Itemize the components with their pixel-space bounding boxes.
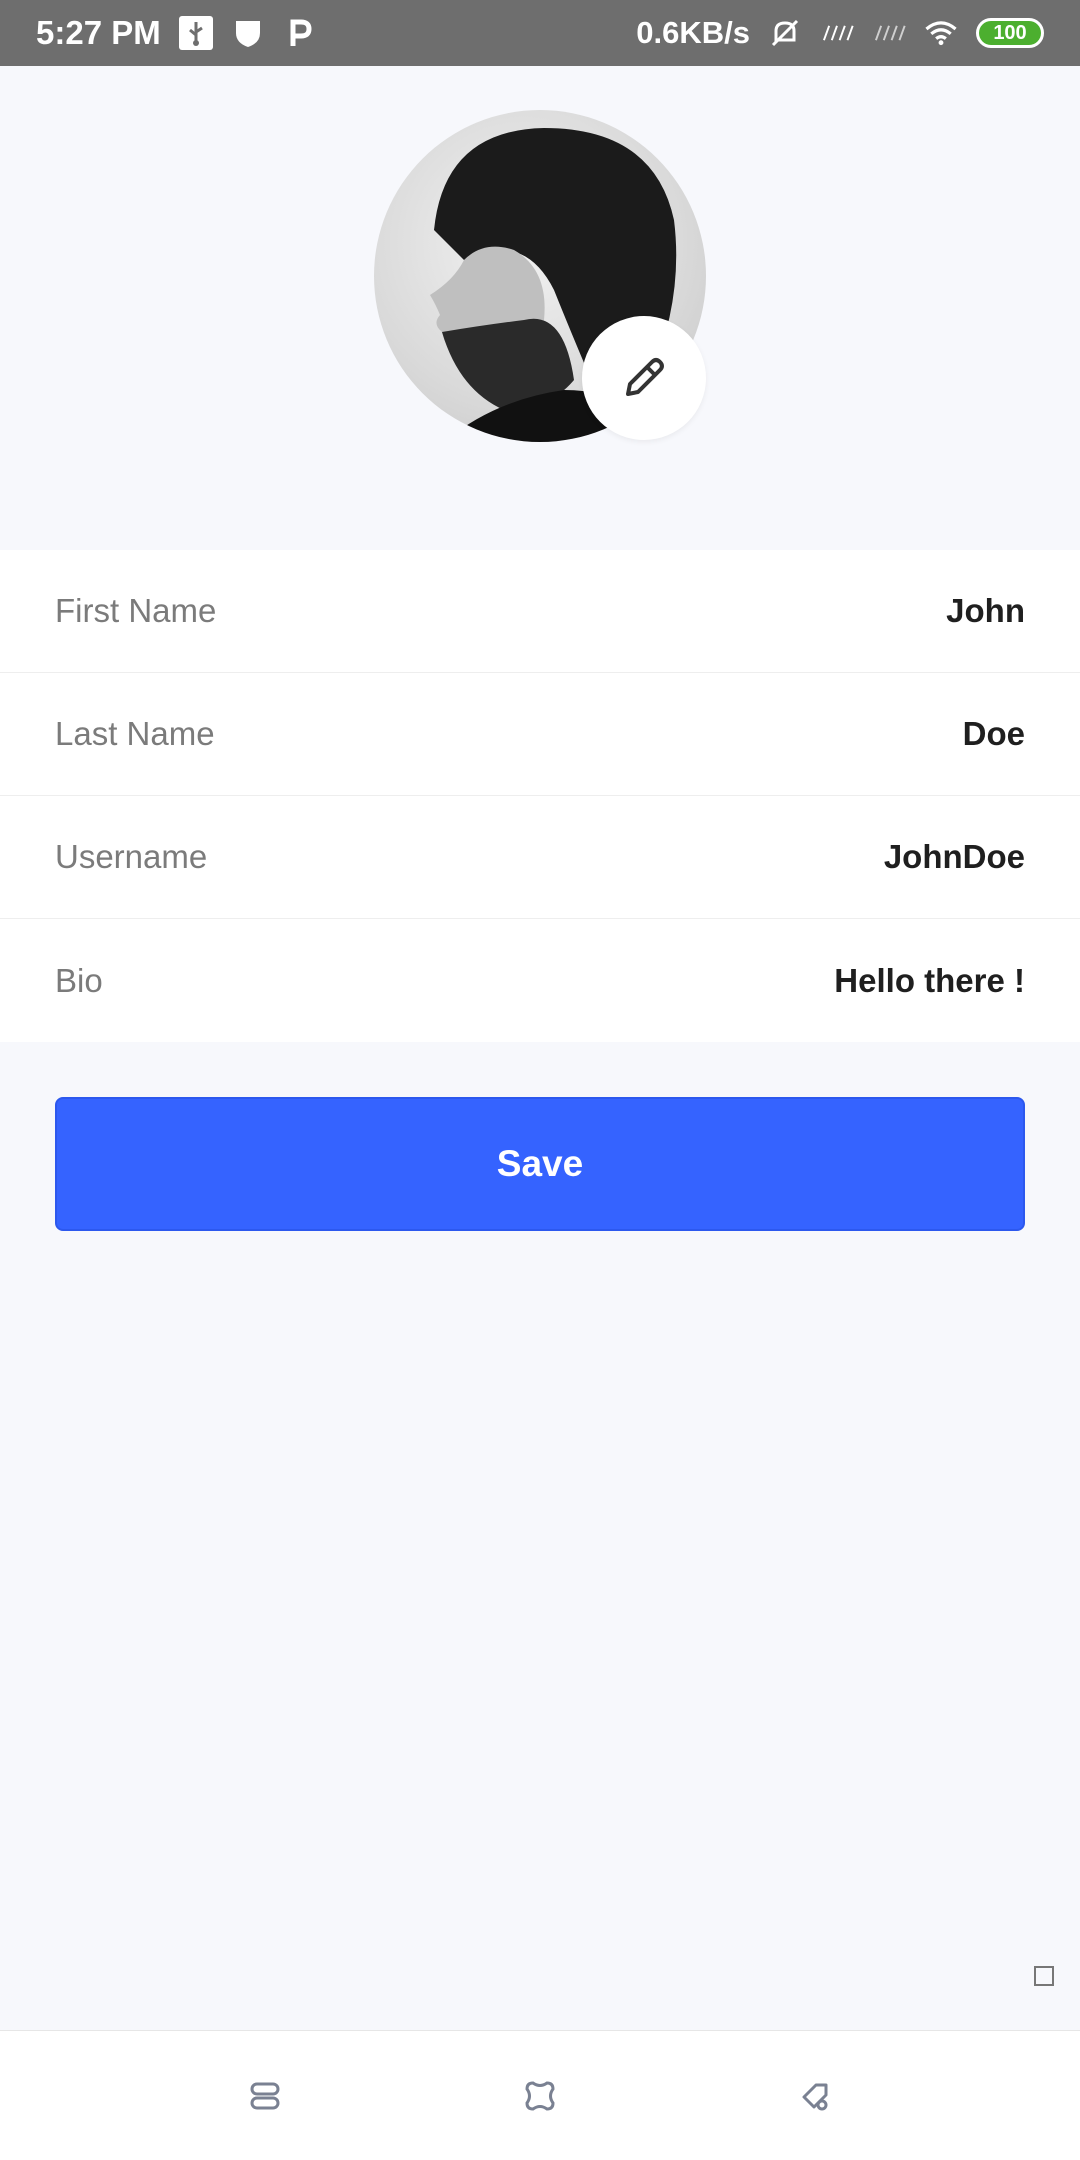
last-name-value[interactable]: Doe bbox=[963, 715, 1025, 753]
signal-icon bbox=[820, 16, 854, 50]
mute-bell-icon bbox=[768, 16, 802, 50]
username-value[interactable]: JohnDoe bbox=[884, 838, 1025, 876]
status-left: 5:27 PM bbox=[36, 14, 317, 52]
username-label: Username bbox=[55, 838, 208, 875]
first-name-row[interactable]: First Name John bbox=[0, 550, 1080, 673]
signal-icon bbox=[872, 16, 906, 50]
edit-avatar-button[interactable] bbox=[582, 316, 706, 440]
home-button[interactable] bbox=[510, 2066, 570, 2126]
back-button[interactable] bbox=[785, 2066, 845, 2126]
usb-icon bbox=[178, 16, 213, 50]
status-right: 0.6KB/s 100 bbox=[636, 15, 1044, 51]
battery-icon: 100 bbox=[976, 18, 1044, 48]
profile-form: First Name John Last Name Doe Username J… bbox=[0, 550, 1080, 1042]
bio-label: Bio bbox=[55, 961, 103, 999]
status-time: 5:27 PM bbox=[36, 14, 161, 51]
save-button[interactable]: Save bbox=[55, 1097, 1025, 1231]
first-name-label: First Name bbox=[55, 592, 217, 629]
avatar-container bbox=[374, 110, 706, 442]
last-name-label: Last Name bbox=[55, 715, 215, 752]
wifi-icon bbox=[924, 16, 958, 50]
recents-button[interactable] bbox=[235, 2066, 295, 2126]
floating-square-icon[interactable] bbox=[1034, 1966, 1054, 1986]
bio-value[interactable]: Hello there ! bbox=[834, 962, 1025, 1000]
shield-icon bbox=[231, 16, 265, 50]
back-icon bbox=[802, 2083, 828, 2110]
status-bar: 5:27 PM 0.6KB/s 100 bbox=[0, 0, 1080, 66]
navigation-bar bbox=[0, 2030, 1080, 2160]
home-icon bbox=[525, 2080, 555, 2111]
bio-row[interactable]: Bio Hello there ! bbox=[0, 919, 1080, 1042]
last-name-row[interactable]: Last Name Doe bbox=[0, 673, 1080, 796]
first-name-value[interactable]: John bbox=[946, 592, 1025, 630]
pencil-icon bbox=[626, 358, 664, 396]
recents-icon bbox=[250, 2082, 280, 2109]
p-icon bbox=[283, 16, 317, 50]
battery-level: 100 bbox=[993, 21, 1027, 44]
network-speed: 0.6KB/s bbox=[636, 15, 750, 50]
username-row[interactable]: Username JohnDoe bbox=[0, 796, 1080, 919]
